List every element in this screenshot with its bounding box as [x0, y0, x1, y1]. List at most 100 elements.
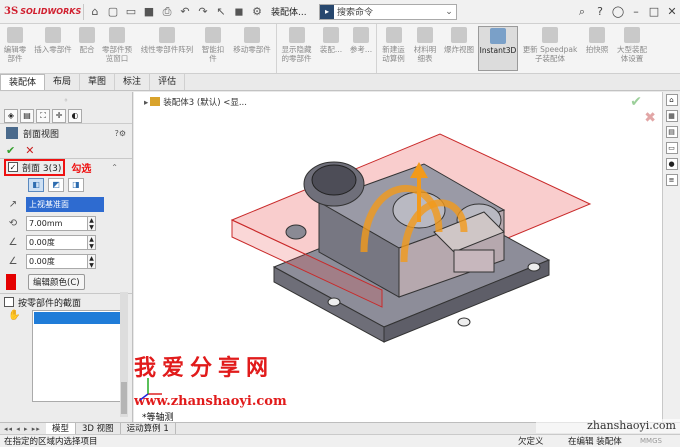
insert-component-button[interactable]: 插入零部件: [30, 24, 76, 73]
reference-geometry-button[interactable]: 参考...: [346, 24, 376, 73]
tab-assembly[interactable]: 装配体: [0, 74, 46, 90]
command-search[interactable]: ▸ 搜索命令 ⌄: [319, 3, 457, 20]
close-button[interactable]: ✕: [664, 3, 680, 21]
solidworks-logo[interactable]: 3S SOLIDWORKS: [0, 6, 82, 17]
edit-color-button[interactable]: 编辑颜色(C): [28, 274, 85, 290]
minimize-button[interactable]: –: [628, 3, 644, 21]
file-explorer-icon[interactable]: ▭: [665, 142, 678, 154]
linear-pattern-button[interactable]: 线性零部件阵列: [136, 24, 198, 73]
tab-markup[interactable]: 标注: [115, 74, 151, 90]
mount-hole: [527, 262, 541, 272]
panel-scrollbar[interactable]: [120, 292, 128, 417]
home-icon[interactable]: ⌂: [665, 94, 678, 106]
assembly-features-button[interactable]: 装配...: [316, 24, 346, 73]
ok-cancel-row: ✔ ✕: [0, 142, 132, 158]
tab-layout[interactable]: 布局: [45, 74, 81, 90]
tab-evaluate[interactable]: 评估: [150, 74, 186, 90]
show-hidden-button[interactable]: 显示隐藏 的零部件: [276, 24, 316, 73]
large-assembly-button[interactable]: 大型装配 体设置: [612, 24, 652, 73]
scrollbar-thumb[interactable]: [121, 382, 127, 414]
angle-y-input[interactable]: 0.00度: [26, 254, 88, 269]
ribbon-label: 配合: [79, 45, 95, 54]
mate-button[interactable]: 配合: [76, 24, 98, 73]
angle-x-stepper[interactable]: ▲ ▼: [88, 235, 96, 250]
help-icon[interactable]: ?⚙: [115, 129, 126, 138]
undo-icon[interactable]: ↶: [177, 4, 193, 20]
tab-3d-view[interactable]: 3D 视图: [76, 423, 121, 434]
user-icon[interactable]: ◯: [610, 3, 626, 21]
snapshot-icon: [589, 27, 605, 43]
ds-logo-mark: 3S: [4, 6, 19, 17]
appearances-icon[interactable]: ●: [665, 158, 678, 170]
status-definition: 欠定义: [518, 437, 544, 447]
new-file-icon[interactable]: ▢: [105, 4, 121, 20]
config-manager-icon[interactable]: ⛶: [36, 108, 50, 123]
bom-button[interactable]: 材料明 细表: [410, 24, 440, 73]
show-hidden-icon: [288, 27, 305, 43]
angle-x-row: ∠ 0.00度 ▲ ▼: [0, 233, 132, 252]
angle-x-input[interactable]: 0.00度: [26, 235, 88, 250]
ok-button[interactable]: ✔: [6, 144, 15, 157]
component-list-row: ✋: [0, 310, 132, 402]
feature-tree-icon[interactable]: ◈: [4, 108, 18, 123]
dimxpert-icon[interactable]: ✛: [52, 108, 66, 123]
exploded-view-button[interactable]: 爆炸视图: [440, 24, 478, 73]
maximize-button[interactable]: □: [646, 3, 662, 21]
redo-icon[interactable]: ↷: [195, 4, 211, 20]
display-manager-icon[interactable]: ◐: [68, 108, 82, 123]
graphics-area[interactable]: ▸ 装配体3 (默认) <显... ✔ ✖ 我爱分享网 www.zhanshao…: [134, 92, 662, 422]
smart-fastener-button[interactable]: 智能扣件: [198, 24, 228, 73]
new-motion-study-button[interactable]: 新建运 动算例: [376, 24, 410, 73]
collapse-icon[interactable]: ⌃: [111, 163, 118, 172]
chevron-down-icon[interactable]: ⌄: [442, 7, 456, 17]
panel-grip-icon[interactable]: ◦: [0, 92, 132, 108]
component-section-checkbox[interactable]: [4, 297, 14, 307]
select-icon[interactable]: ↖: [213, 4, 229, 20]
edit-component-button[interactable]: 编辑零 部件: [0, 24, 30, 73]
plane-field[interactable]: 上视基准面: [26, 197, 104, 212]
design-library-icon[interactable]: ▤: [665, 126, 678, 138]
rebuild-icon[interactable]: ◼: [231, 4, 247, 20]
component-listbox[interactable]: [32, 310, 126, 402]
custom-properties-icon[interactable]: ≡: [665, 174, 678, 186]
tab-nav-arrows[interactable]: ◂◂ ◂ ▸ ▸▸: [0, 423, 46, 434]
right-plane-icon[interactable]: ◨: [68, 178, 84, 192]
color-swatch[interactable]: [6, 274, 16, 290]
offset-input[interactable]: 7.00mm: [26, 216, 88, 231]
top-plane-icon[interactable]: ◩: [48, 178, 64, 192]
cancel-button[interactable]: ✕: [25, 144, 34, 157]
property-manager-icon[interactable]: ▤: [20, 108, 34, 123]
resources-icon[interactable]: ▦: [665, 110, 678, 122]
ribbon-label: 移动零部件: [233, 45, 271, 54]
print-icon[interactable]: ⎙: [159, 4, 175, 20]
search-icon: ▸: [320, 4, 334, 19]
angle-y-row: ∠ 0.00度 ▲ ▼: [0, 252, 132, 271]
options-icon[interactable]: ⚙: [249, 4, 265, 20]
save-icon[interactable]: ■: [141, 4, 157, 20]
offset-stepper[interactable]: ▲ ▼: [88, 216, 96, 231]
move-component-button[interactable]: 移动零部件: [228, 24, 276, 73]
angle-y-stepper[interactable]: ▲ ▼: [88, 254, 96, 269]
section-checkbox[interactable]: ✓: [8, 162, 18, 172]
logo-text: SOLIDWORKS: [20, 7, 82, 16]
tab-motion-study[interactable]: 运动算例 1: [121, 423, 176, 434]
home-icon[interactable]: ⌂: [87, 4, 103, 20]
instant3d-button[interactable]: Instant3D: [478, 26, 518, 71]
front-plane-icon[interactable]: ◧: [28, 178, 44, 192]
search-help-icon[interactable]: ⌕: [574, 3, 590, 21]
command-tabs: 装配体 布局 草图 标注 评估: [0, 74, 680, 91]
speedpak-button[interactable]: 更新 Speedpak 子装配体: [518, 24, 582, 73]
list-selection[interactable]: [34, 312, 124, 324]
confirm-corner-cancel[interactable]: ✖: [644, 110, 656, 126]
preview-window-button[interactable]: 零部件预 览窗口: [98, 24, 136, 73]
search-input[interactable]: 搜索命令: [334, 5, 442, 18]
open-file-icon[interactable]: ▭: [123, 4, 139, 20]
snapshot-button[interactable]: 拍快照: [582, 24, 612, 73]
divider: [83, 3, 84, 20]
unit-system[interactable]: MMGS: [640, 437, 680, 445]
tab-sketch[interactable]: 草图: [80, 74, 116, 90]
confirm-corner-ok[interactable]: ✔: [630, 94, 642, 110]
help-icon[interactable]: ?: [592, 3, 608, 21]
tab-model[interactable]: 模型: [46, 423, 77, 434]
ribbon-label: 显示隐藏 的零部件: [281, 45, 312, 63]
